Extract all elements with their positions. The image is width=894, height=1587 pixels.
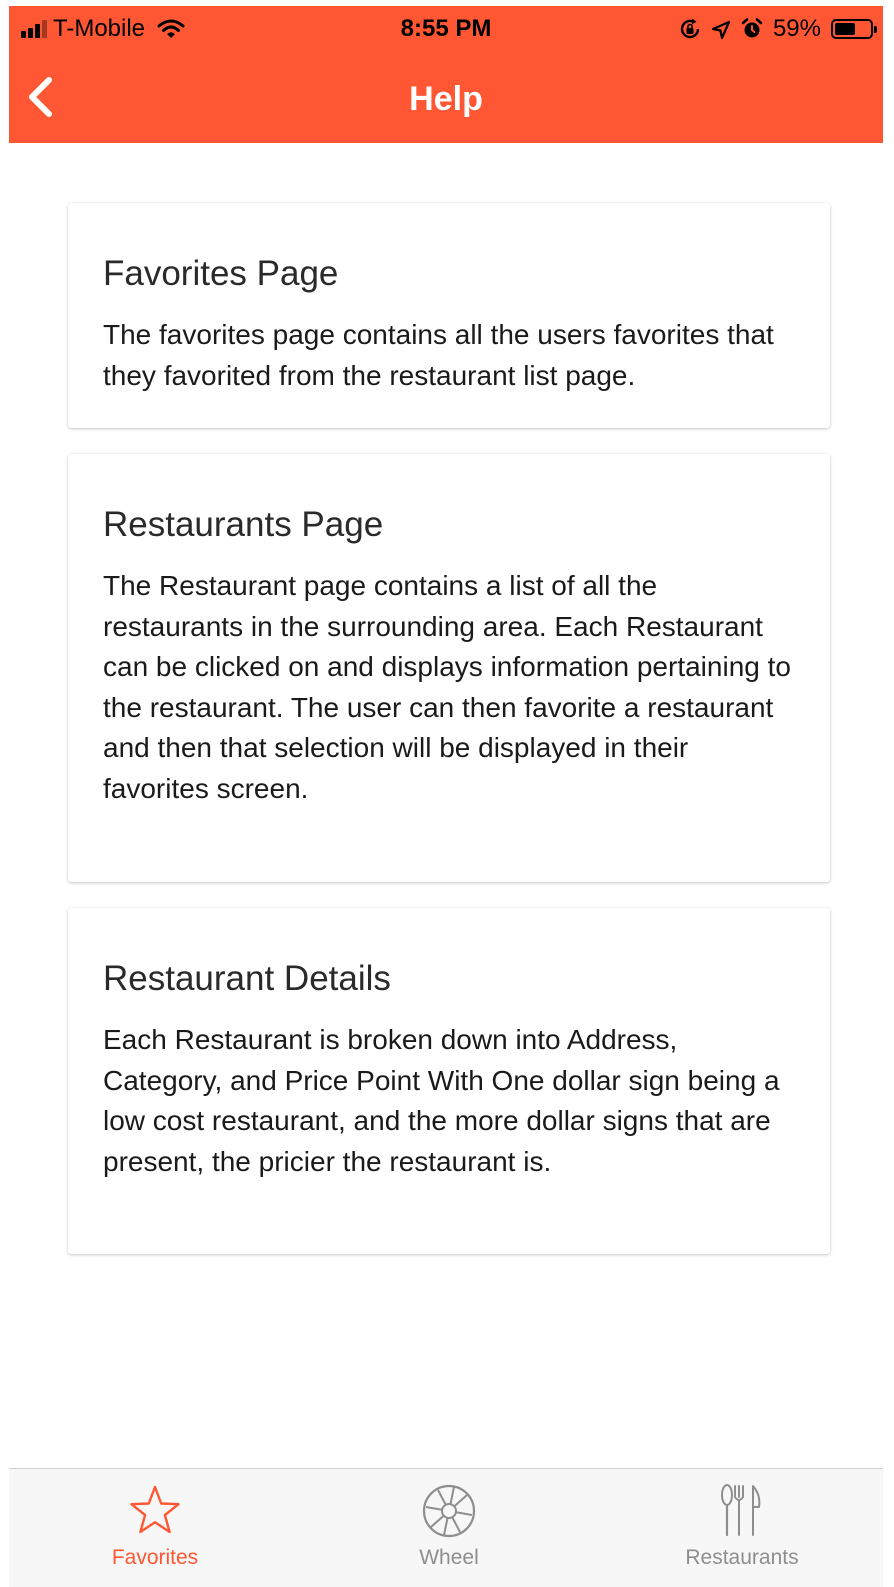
- alarm-icon: [741, 18, 763, 40]
- status-right: 59%: [679, 15, 877, 43]
- help-card-details: Restaurant Details Each Restaurant is br…: [68, 908, 830, 1254]
- battery-percent: 59%: [772, 15, 821, 42]
- card-title: Restaurant Details: [103, 959, 391, 998]
- status-bar: T-Mobile 8:55 PM 59%: [9, 6, 883, 52]
- navigation-bar: Help: [9, 52, 883, 143]
- tab-favorites[interactable]: Favorites: [55, 1469, 255, 1587]
- card-title: Restaurants Page: [103, 505, 384, 544]
- card-title: Favorites Page: [103, 254, 339, 293]
- star-icon: [127, 1483, 183, 1544]
- card-body: The favorites page contains all the user…: [103, 319, 774, 391]
- help-screen: T-Mobile 8:55 PM 59% Help Favorites Page…: [0, 0, 894, 1587]
- tab-bar: Favorites Wheel Restaurants: [9, 1468, 883, 1587]
- utensils-icon: [720, 1483, 764, 1544]
- tab-wheel[interactable]: Wheel: [349, 1469, 549, 1587]
- tab-label: Restaurants: [685, 1546, 799, 1569]
- help-card-favorites: Favorites Page The favorites page contai…: [68, 203, 830, 428]
- location-icon: [711, 19, 731, 40]
- tab-restaurants[interactable]: Restaurants: [642, 1469, 842, 1587]
- card-body: Each Restaurant is broken down into Addr…: [103, 1024, 780, 1177]
- help-card-restaurants: Restaurants Page The Restaurant page con…: [68, 454, 830, 882]
- battery-icon: [831, 19, 877, 39]
- card-body: The Restaurant page contains a list of a…: [103, 570, 791, 804]
- rotation-lock-icon: [679, 18, 701, 40]
- tab-label: Wheel: [419, 1546, 479, 1569]
- header: T-Mobile 8:55 PM 59% Help: [9, 6, 883, 143]
- page-title: Help: [409, 80, 483, 118]
- tab-label: Favorites: [111, 1546, 199, 1569]
- wheel-icon: [421, 1483, 477, 1544]
